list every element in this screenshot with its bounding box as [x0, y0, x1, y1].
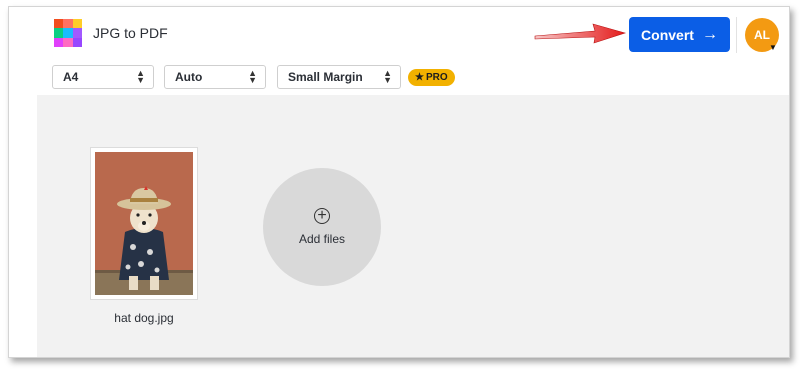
app-window: JPG to PDF Convert → AL ▼ A4 ▲ ▼ Auto ▲ … — [8, 6, 790, 358]
pro-badge[interactable]: ★ PRO — [408, 69, 455, 86]
file-name-label: hat dog.jpg — [114, 311, 174, 325]
arrow-right-icon: → — [701, 25, 718, 43]
file-workspace: hat dog.jpg + Add files — [37, 95, 789, 357]
orientation-value: Auto — [175, 70, 203, 84]
select-arrows-icon: ▲ ▼ — [136, 68, 145, 85]
dog-in-hat-image — [95, 152, 193, 295]
add-files-button[interactable]: + Add files — [263, 168, 381, 286]
red-arrow-annotation-icon — [534, 23, 627, 44]
page-size-value: A4 — [63, 70, 79, 84]
margin-value: Small Margin — [288, 70, 363, 84]
convert-button-label: Convert — [641, 26, 694, 43]
header-bar: JPG to PDF Convert → AL ▼ — [9, 7, 789, 63]
add-files-label: Add files — [298, 232, 346, 246]
pro-badge-label: PRO — [425, 72, 448, 83]
dog-photo-thumbnail — [95, 152, 193, 295]
star-icon: ★ — [415, 72, 424, 83]
page-size-select[interactable]: A4 ▲ ▼ — [52, 65, 154, 89]
options-toolbar: A4 ▲ ▼ Auto ▲ ▼ Small Margin ▲ ▼ ★ PRO — [9, 63, 789, 95]
add-plus-icon: + — [314, 208, 330, 224]
app-logo-icon — [54, 19, 82, 47]
avatar-initials: AL — [754, 28, 770, 42]
header-divider — [736, 17, 737, 53]
select-arrows-icon: ▲ ▼ — [383, 68, 392, 85]
app-title: JPG to PDF — [93, 25, 168, 41]
convert-button[interactable]: Convert → — [629, 17, 730, 52]
chevron-down-icon[interactable]: ▼ — [769, 43, 777, 52]
file-thumbnail-card[interactable] — [90, 147, 198, 300]
margin-select[interactable]: Small Margin ▲ ▼ — [277, 65, 401, 89]
select-arrows-icon: ▲ ▼ — [248, 68, 257, 85]
orientation-select[interactable]: Auto ▲ ▼ — [164, 65, 266, 89]
